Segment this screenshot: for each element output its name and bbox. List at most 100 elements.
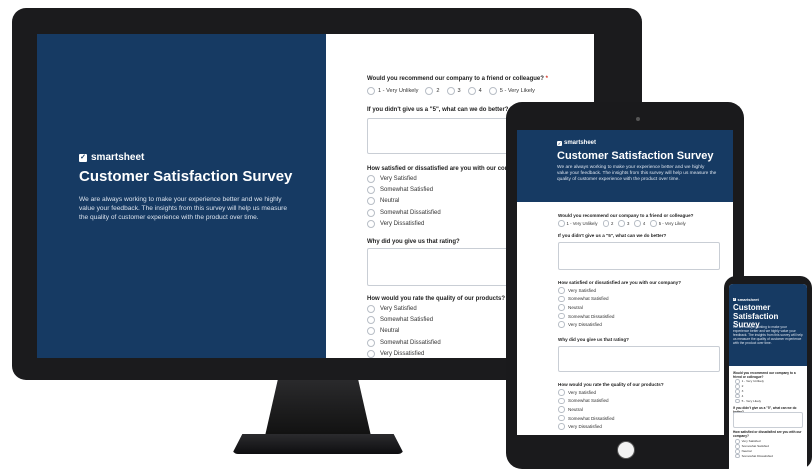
option-label: Somewhat Satisfied <box>568 296 609 302</box>
radio-button[interactable] <box>558 312 565 320</box>
phone-screen: ✓ smartsheet Customer Satisfaction Surve… <box>729 284 807 469</box>
radio-button[interactable] <box>367 327 375 336</box>
scale-option-2[interactable]: 2 <box>425 87 440 95</box>
radio-button[interactable] <box>558 287 565 294</box>
option-label: Neutral <box>568 406 583 412</box>
radio-button[interactable] <box>558 295 565 303</box>
radio-button[interactable] <box>735 393 740 399</box>
survey-title: Customer Satisfaction Survey <box>557 150 714 162</box>
improve-textarea[interactable] <box>558 242 720 270</box>
survey-description: We are always working to make your exper… <box>733 325 803 345</box>
radio-button[interactable] <box>425 87 434 95</box>
option-label: Somewhat Satisfied <box>568 398 609 404</box>
radio-button[interactable] <box>558 389 565 396</box>
radio-button[interactable] <box>367 220 375 229</box>
question-label: Would you recommend our company to a fri… <box>367 76 544 82</box>
option-label: 4 <box>741 394 744 399</box>
option-very-satisfied[interactable]: Very Satisfied <box>558 286 614 295</box>
radio-button[interactable] <box>735 444 740 449</box>
radio-button[interactable] <box>367 87 375 95</box>
rating-reason-textarea[interactable] <box>558 346 720 372</box>
option-neutral[interactable]: Neutral <box>558 405 614 414</box>
radio-button[interactable] <box>467 87 476 95</box>
option-label: 1 - Very Unlikely <box>566 220 598 226</box>
question-recommend: Would you recommend our company to a fri… <box>367 76 548 82</box>
home-button[interactable] <box>617 441 635 459</box>
radio-button[interactable] <box>367 186 375 195</box>
radio-button[interactable] <box>367 174 375 183</box>
scale-option-1[interactable]: 1 - Very Unlikely <box>558 220 598 227</box>
radio-button[interactable] <box>650 220 657 227</box>
scale-option-1[interactable]: 1 - Very Unlikely <box>367 87 418 95</box>
option-very-satisfied[interactable]: Very Satisfied <box>367 303 441 314</box>
radio-button[interactable] <box>367 304 375 313</box>
option-very-dissatisfied[interactable]: Very Dissatisfied <box>367 349 441 358</box>
option-somewhat-satisfied[interactable]: Somewhat Satisfied <box>367 184 441 195</box>
option-somewhat-dissatisfied[interactable]: Somewhat Dissatisfied <box>735 453 773 459</box>
scale-option-4[interactable]: 4 <box>467 87 482 95</box>
option-label: Very Dissatisfied <box>380 221 425 228</box>
radio-button[interactable] <box>558 321 565 328</box>
option-neutral[interactable]: Neutral <box>367 326 441 337</box>
scale-option-2[interactable]: 2 <box>602 220 613 227</box>
scale-option-1[interactable]: 1 - Very Unlikely <box>735 379 764 384</box>
option-somewhat-satisfied[interactable]: Somewhat Satisfied <box>367 314 441 325</box>
option-somewhat-satisfied[interactable]: Somewhat Satisfied <box>558 397 614 406</box>
scale-option-3[interactable]: 3 <box>618 220 629 227</box>
radio-button[interactable] <box>735 453 740 459</box>
option-somewhat-satisfied[interactable]: Somewhat Satisfied <box>735 444 773 449</box>
radio-button[interactable] <box>558 397 565 405</box>
option-somewhat-dissatisfied[interactable]: Somewhat Dissatisfied <box>367 337 441 348</box>
radio-button[interactable] <box>367 316 375 325</box>
scale-option-4[interactable]: 4 <box>634 220 645 227</box>
improve-textarea[interactable] <box>733 412 803 428</box>
survey-description: We are always working to make your exper… <box>79 196 288 221</box>
radio-button[interactable] <box>735 384 740 389</box>
option-label: Very Dissatisfied <box>380 351 425 358</box>
option-label: Neutral <box>741 449 752 454</box>
option-somewhat-dissatisfied[interactable]: Somewhat Dissatisfied <box>558 414 614 423</box>
quality-options: Very Satisfied Somewhat Satisfied Neutra… <box>558 388 614 431</box>
smartsheet-logo: ✓ smartsheet <box>557 140 596 146</box>
scale-option-5[interactable]: 5 - Very Likely <box>735 398 764 404</box>
radio-button[interactable] <box>602 220 610 227</box>
option-somewhat-dissatisfied[interactable]: Somewhat Dissatisfied <box>367 207 441 218</box>
scale-option-5[interactable]: 5 - Very Likely <box>488 87 535 95</box>
radio-button[interactable] <box>634 220 641 227</box>
radio-button[interactable] <box>558 406 565 413</box>
option-label: Very Dissatisfied <box>568 322 602 328</box>
radio-button[interactable] <box>735 448 740 454</box>
scale-option-3[interactable]: 3 <box>446 87 461 95</box>
option-neutral[interactable]: Neutral <box>367 196 441 207</box>
option-very-dissatisfied[interactable]: Very Dissatisfied <box>367 219 441 230</box>
monitor-stand-base <box>232 434 404 454</box>
option-very-satisfied[interactable]: Very Satisfied <box>558 388 614 397</box>
radio-button[interactable] <box>735 439 740 444</box>
option-very-dissatisfied[interactable]: Very Dissatisfied <box>558 320 614 329</box>
radio-button[interactable] <box>735 398 740 404</box>
brand-name: smartsheet <box>737 297 759 302</box>
radio-button[interactable] <box>488 87 497 95</box>
radio-button[interactable] <box>735 379 740 384</box>
radio-button[interactable] <box>446 87 455 95</box>
radio-button[interactable] <box>558 423 565 430</box>
radio-button[interactable] <box>735 388 740 394</box>
option-somewhat-satisfied[interactable]: Somewhat Satisfied <box>558 295 614 304</box>
option-very-dissatisfied[interactable]: Very Dissatisfied <box>558 422 614 431</box>
radio-button[interactable] <box>558 414 565 422</box>
option-label: 3 <box>457 88 461 94</box>
radio-button[interactable] <box>367 338 375 347</box>
option-neutral[interactable]: Neutral <box>558 303 614 312</box>
radio-button[interactable] <box>558 304 565 311</box>
radio-button[interactable] <box>367 350 375 358</box>
radio-button[interactable] <box>618 220 625 227</box>
radio-button[interactable] <box>558 220 565 227</box>
question-satisfaction: How satisfied or dissatisfied are you wi… <box>367 166 528 172</box>
option-somewhat-dissatisfied[interactable]: Somewhat Dissatisfied <box>558 312 614 321</box>
radio-button[interactable] <box>367 197 375 206</box>
option-very-satisfied[interactable]: Very Satisfied <box>367 173 441 184</box>
scale-option-5[interactable]: 5 - Very Likely <box>650 220 686 227</box>
option-label: Somewhat Dissatisfied <box>741 454 773 459</box>
survey-description: We are always working to make your exper… <box>557 165 717 182</box>
radio-button[interactable] <box>367 208 375 217</box>
